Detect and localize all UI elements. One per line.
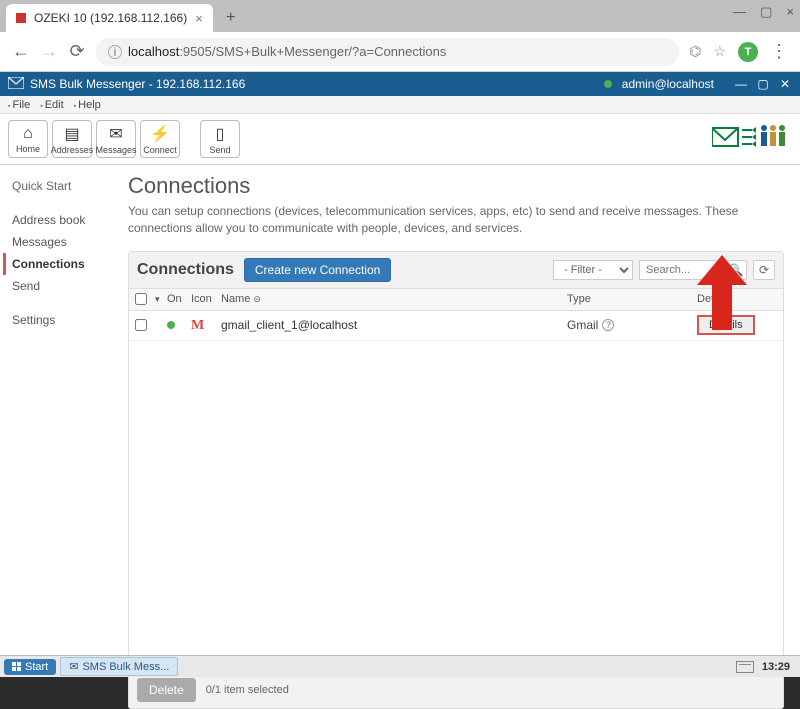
- connection-name: gmail_client_1@localhost: [221, 318, 567, 332]
- search-input[interactable]: [639, 260, 719, 280]
- page-title: Connections: [128, 173, 784, 199]
- url-field[interactable]: i localhost:9505/SMS+Bulk+Messenger/?a=C…: [96, 38, 679, 66]
- password-key-icon[interactable]: ⌬: [689, 43, 701, 60]
- refresh-icon[interactable]: ⟳: [753, 260, 775, 280]
- app-header: SMS Bulk Messenger - 192.168.112.166 adm…: [0, 72, 800, 96]
- page-description: You can setup connections (devices, tele…: [128, 203, 784, 237]
- column-details[interactable]: Details: [697, 293, 777, 305]
- forward-button[interactable]: →: [40, 41, 58, 62]
- start-label: Start: [25, 661, 48, 673]
- window-controls: — ▢ ×: [733, 4, 794, 20]
- sidebar-item-messages[interactable]: Messages: [12, 231, 120, 253]
- task-envelope-icon: ✉: [69, 660, 78, 673]
- taskbar-item[interactable]: ✉ SMS Bulk Mess...: [60, 657, 178, 676]
- url-text: localhost:9505/SMS+Bulk+Messenger/?a=Con…: [128, 44, 446, 59]
- details-button[interactable]: Details: [697, 315, 755, 335]
- connections-panel: Connections Create new Connection - Filt…: [128, 251, 784, 709]
- status-online-icon: [167, 321, 175, 329]
- bookmark-star-icon[interactable]: ☆: [713, 43, 726, 60]
- top-menu: File Edit Help: [0, 96, 800, 114]
- column-type[interactable]: Type: [567, 293, 697, 305]
- filter-select[interactable]: - Filter -: [553, 260, 633, 280]
- start-grid-icon: [12, 662, 21, 671]
- profile-avatar[interactable]: T: [738, 42, 758, 62]
- connect-label: Connect: [143, 145, 177, 155]
- phone-icon: ▯: [216, 124, 225, 144]
- maximize-icon[interactable]: ▢: [760, 4, 772, 20]
- browser-chrome: OZEKI 10 (192.168.112.166) × + — ▢ × ← →…: [0, 0, 800, 72]
- connect-button[interactable]: ⚡ Connect: [140, 120, 180, 158]
- menu-help[interactable]: Help: [70, 99, 105, 111]
- messages-label: Messages: [95, 145, 136, 155]
- app-minimize-icon[interactable]: —: [734, 77, 748, 91]
- clock: 13:29: [762, 661, 790, 673]
- home-button[interactable]: ⌂ Home: [8, 120, 48, 158]
- panel-body-empty: [129, 341, 783, 671]
- delete-button[interactable]: Delete: [137, 678, 196, 702]
- close-icon[interactable]: ×: [786, 4, 794, 20]
- taskbar: Start ✉ SMS Bulk Mess... 13:29: [0, 655, 800, 677]
- sidebar-item-settings[interactable]: Settings: [12, 309, 120, 331]
- app-close-icon[interactable]: ✕: [778, 77, 792, 91]
- new-tab-button[interactable]: +: [219, 6, 243, 30]
- tab-title: OZEKI 10 (192.168.112.166): [34, 11, 187, 25]
- start-button[interactable]: Start: [4, 659, 56, 675]
- browser-menu-icon[interactable]: ⋮: [770, 41, 788, 62]
- panel-header: Connections Create new Connection - Filt…: [129, 252, 783, 289]
- connection-type: Gmail ?: [567, 318, 697, 332]
- favicon: [16, 13, 26, 23]
- selection-count: 0/1 item selected: [206, 684, 289, 696]
- dropdown-arrow-icon[interactable]: ▾: [155, 294, 167, 305]
- column-icon[interactable]: Icon: [191, 293, 221, 305]
- app-maximize-icon[interactable]: ▢: [756, 77, 770, 91]
- panel-title: Connections: [137, 261, 234, 279]
- toolbar: ⌂ Home ▤ Addresses ✉ Messages ⚡ Connect …: [0, 114, 800, 165]
- addresses-button[interactable]: ▤ Addresses: [52, 120, 92, 158]
- gmail-icon: M: [191, 318, 204, 333]
- sidebar-item-quickstart[interactable]: Quick Start: [12, 175, 120, 197]
- sidebar-item-addressbook[interactable]: Address book: [12, 209, 120, 231]
- status-dot-icon: [604, 80, 612, 88]
- site-info-icon[interactable]: i: [108, 45, 122, 59]
- back-button[interactable]: ←: [12, 41, 30, 62]
- close-tab-icon[interactable]: ×: [195, 11, 203, 26]
- logged-user[interactable]: admin@localhost: [622, 77, 714, 91]
- sidebar-item-connections[interactable]: Connections: [3, 253, 120, 275]
- select-all-checkbox[interactable]: [135, 293, 147, 305]
- menu-file[interactable]: File: [4, 99, 34, 111]
- browser-tab-bar: OZEKI 10 (192.168.112.166) × + — ▢ ×: [0, 0, 800, 32]
- menu-edit[interactable]: Edit: [36, 99, 67, 111]
- table-row[interactable]: M gmail_client_1@localhost Gmail ? Detai…: [129, 311, 783, 341]
- sidebar-item-send[interactable]: Send: [12, 275, 120, 297]
- create-connection-button[interactable]: Create new Connection: [244, 258, 391, 282]
- home-icon: ⌂: [23, 125, 33, 143]
- addresses-label: Addresses: [51, 145, 94, 155]
- sort-icon: ⊝: [253, 294, 261, 304]
- messages-button[interactable]: ✉ Messages: [96, 120, 136, 158]
- row-checkbox[interactable]: [135, 319, 147, 331]
- plug-icon: ⚡: [150, 124, 170, 144]
- send-button[interactable]: ▯ Send: [200, 120, 240, 158]
- minimize-icon[interactable]: —: [733, 4, 746, 20]
- send-label: Send: [209, 145, 230, 155]
- address-bar: ← → ⟳ i localhost:9505/SMS+Bulk+Messenge…: [0, 32, 800, 72]
- search-icon[interactable]: 🔍: [725, 260, 747, 280]
- header-graphic: [712, 120, 792, 156]
- reload-button[interactable]: ⟳: [68, 41, 86, 62]
- task-label: SMS Bulk Mess...: [82, 661, 169, 673]
- addressbook-icon: ▤: [64, 124, 79, 144]
- keyboard-icon[interactable]: [736, 661, 754, 673]
- content: Connections You can setup connections (d…: [120, 165, 800, 656]
- app-title: SMS Bulk Messenger - 192.168.112.166: [30, 77, 245, 91]
- column-on[interactable]: On: [167, 293, 191, 305]
- help-icon[interactable]: ?: [602, 319, 614, 331]
- home-label: Home: [16, 144, 40, 154]
- envelope-icon: ✉: [109, 124, 122, 144]
- table-header: ▾ On Icon Name ⊝ Type Details: [129, 289, 783, 311]
- sidebar: Quick Start Address book Messages Connec…: [0, 165, 120, 656]
- app-envelope-icon: [8, 77, 24, 92]
- column-name[interactable]: Name ⊝: [221, 293, 567, 305]
- main-layout: Quick Start Address book Messages Connec…: [0, 165, 800, 656]
- browser-tab[interactable]: OZEKI 10 (192.168.112.166) ×: [6, 4, 213, 32]
